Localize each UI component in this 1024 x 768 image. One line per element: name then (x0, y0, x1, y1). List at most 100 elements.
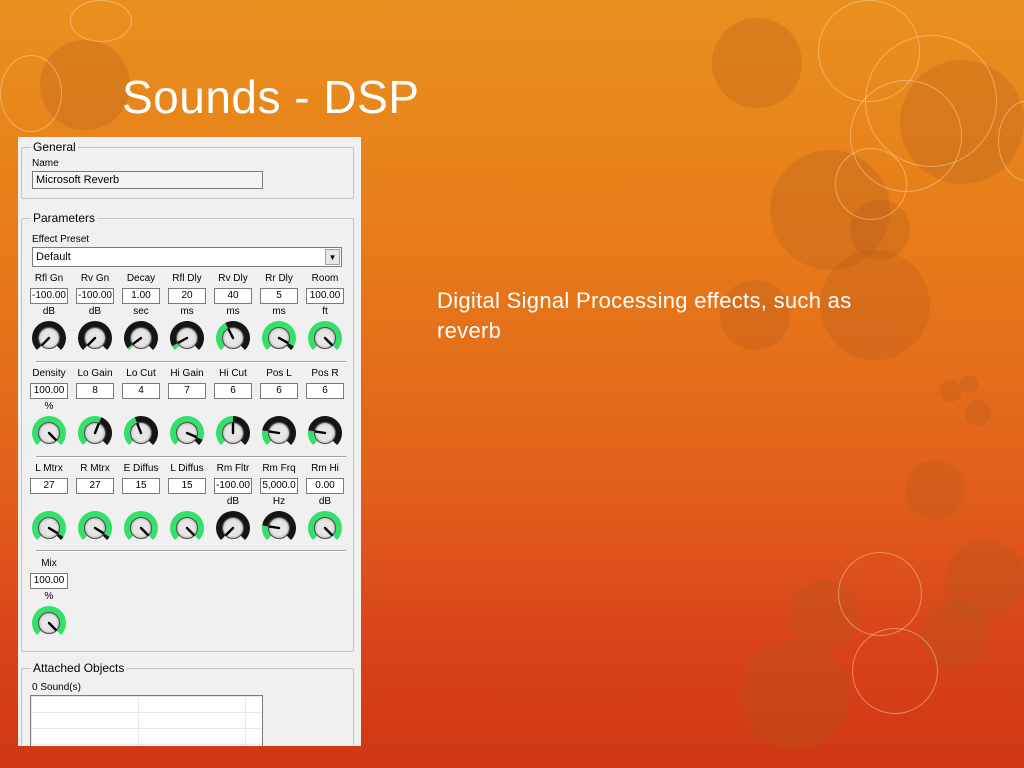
knob-l-mtrx: L Mtrx 27 (28, 463, 70, 544)
knob-rm-fltr: Rm Fltr -100.00 dB (212, 463, 254, 544)
knob-rv-dly: Rv Dly 40 ms (212, 273, 254, 354)
knob-dial-icon[interactable] (31, 415, 67, 449)
knob-dial-icon[interactable] (169, 415, 205, 449)
knob-dial-icon[interactable] (77, 320, 113, 354)
knob-dial-icon[interactable] (169, 320, 205, 354)
param-value-field[interactable]: -100.00 (76, 288, 114, 304)
knob-lo-cut: Lo Cut 4 (120, 368, 162, 449)
param-label: Rv Dly (218, 273, 248, 284)
param-unit: dB (226, 496, 240, 507)
knob-decay: Decay 1.00 sec (120, 273, 162, 354)
param-label: Decay (126, 273, 156, 284)
knob-dial-icon[interactable] (31, 320, 67, 354)
param-unit: ms (180, 306, 194, 317)
param-label: Rv Gn (80, 273, 110, 284)
knob-dial-icon[interactable] (261, 415, 297, 449)
name-label: Name (32, 158, 59, 169)
param-unit: % (44, 591, 54, 602)
param-unit: sec (133, 306, 149, 317)
knob-rm-frq: Rm Frq 5,000.0 Hz (258, 463, 300, 544)
param-value-field[interactable]: 15 (168, 478, 206, 494)
knob-dial-icon[interactable] (77, 415, 113, 449)
knob-dial-icon[interactable] (31, 510, 67, 544)
parameters-legend: Parameters (31, 211, 98, 225)
param-value-field[interactable]: 1.00 (122, 288, 160, 304)
param-value-field[interactable]: 6 (214, 383, 252, 399)
param-value-field[interactable]: 15 (122, 478, 160, 494)
param-value-field[interactable]: 100.00 (30, 383, 68, 399)
chevron-down-icon[interactable]: ▼ (325, 249, 340, 265)
param-value-field[interactable]: 4 (122, 383, 160, 399)
param-value-field[interactable]: -100.00 (214, 478, 252, 494)
param-value-field[interactable]: 40 (214, 288, 252, 304)
param-value-field[interactable]: 27 (30, 478, 68, 494)
knob-dial-icon[interactable] (215, 320, 251, 354)
param-label: Pos L (266, 368, 292, 379)
param-value-field[interactable]: 6 (260, 383, 298, 399)
param-value-field[interactable]: 27 (76, 478, 114, 494)
param-unit (166, 496, 208, 508)
param-unit (120, 496, 162, 508)
param-value-field[interactable]: 100.00 (306, 288, 344, 304)
param-value-field[interactable]: 0.00 (306, 478, 344, 494)
knob-density: Density 100.00% (28, 368, 70, 449)
knob-dial-icon[interactable] (261, 510, 297, 544)
knob-dial-icon[interactable] (123, 510, 159, 544)
param-unit (212, 401, 254, 413)
knob-rm-hi: Rm Hi 0.00 dB (304, 463, 346, 544)
knob-dial-icon[interactable] (169, 510, 205, 544)
knob-dial-icon[interactable] (215, 510, 251, 544)
knob-pos-l: Pos L 6 (258, 368, 300, 449)
knob-dial-icon[interactable] (215, 415, 251, 449)
param-unit: dB (88, 306, 102, 317)
param-label: Rm Hi (311, 463, 339, 474)
knob-dial-icon[interactable] (77, 510, 113, 544)
attached-sounds-list[interactable] (30, 695, 263, 746)
knob-dial-icon[interactable] (261, 320, 297, 354)
param-label: Rfl Dly (172, 273, 202, 284)
general-group: General Name Microsoft Reverb (21, 140, 354, 199)
param-label: Hi Cut (219, 368, 247, 379)
knob-dial-icon[interactable] (307, 510, 343, 544)
slide-title: Sounds - DSP (122, 71, 420, 123)
param-label: Lo Cut (126, 368, 156, 379)
knob-r-mtrx: R Mtrx 27 (74, 463, 116, 544)
knob-room: Room 100.00 ft (304, 273, 346, 354)
name-field[interactable]: Microsoft Reverb (32, 171, 263, 189)
knob-dial-icon[interactable] (31, 605, 67, 639)
param-value-field[interactable]: 8 (76, 383, 114, 399)
param-unit (120, 401, 162, 413)
knob-l-diffus: L Diffus 15 (166, 463, 208, 544)
param-label: Rm Frq (262, 463, 296, 474)
knob-dial-icon[interactable] (123, 320, 159, 354)
param-unit (304, 401, 346, 413)
param-value-field[interactable]: -100.00 (30, 288, 68, 304)
param-value-field[interactable]: 5 (260, 288, 298, 304)
param-unit: Hz (272, 496, 286, 507)
param-unit: % (44, 401, 54, 412)
knob-rv-gn: Rv Gn -100.00 dB (74, 273, 116, 354)
param-value-field[interactable]: 6 (306, 383, 344, 399)
knob-mix: Mix 100.00% (28, 558, 70, 639)
knob-dial-icon[interactable] (123, 415, 159, 449)
param-value-field[interactable]: 20 (168, 288, 206, 304)
knob-hi-cut: Hi Cut 6 (212, 368, 254, 449)
knob-dial-icon[interactable] (307, 320, 343, 354)
knob-pos-r: Pos R 6 (304, 368, 346, 449)
row-separator (36, 361, 346, 363)
param-value-field[interactable]: 7 (168, 383, 206, 399)
knob-dial-icon[interactable] (307, 415, 343, 449)
row-separator (36, 550, 346, 552)
param-label: Density (32, 368, 66, 379)
param-label: Rm Fltr (216, 463, 250, 474)
sound-count-label: 0 Sound(s) (32, 682, 81, 693)
param-value-field[interactable]: 100.00 (30, 573, 68, 589)
param-label: E Diffus (123, 463, 159, 474)
general-legend: General (31, 140, 78, 154)
knob-hi-gain: Hi Gain 7 (166, 368, 208, 449)
param-unit (74, 496, 116, 508)
param-label: Pos R (311, 368, 339, 379)
effect-preset-select[interactable]: Default ▼ (32, 247, 342, 267)
param-value-field[interactable]: 5,000.0 (260, 478, 298, 494)
param-label: L Mtrx (35, 463, 63, 474)
